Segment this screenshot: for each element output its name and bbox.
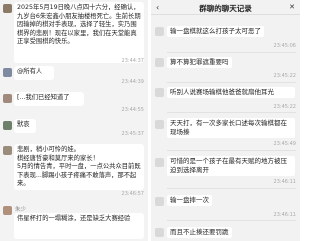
sender-avatar[interactable] <box>155 158 164 167</box>
row-divider <box>167 150 296 151</box>
message-bubble-comment[interactable]: 悲剧，稍小可怜的娃。 棋经唐哲豪和莫厅来的家长！ 5月的情告青，平时一盘，一点公… <box>14 144 144 190</box>
chat-history-panel: ‹ 群聊的聊天记录 ✕ 输一盘棋就这么打孩子太可恶了 23:45:06 算不算犯… <box>151 0 300 241</box>
message-time: 23:46:11 <box>273 179 296 185</box>
sender-avatar[interactable] <box>3 94 12 103</box>
message-time: 23:44:39 <box>121 79 144 85</box>
message-bubble-comment[interactable]: 伟星杯打的一塌糊涂，还是缺乏大赛经验 <box>14 213 144 239</box>
message-time: 23:46:11 <box>273 212 296 218</box>
message-bubble-mention-all[interactable]: @所有人 <box>14 66 54 80</box>
history-message[interactable]: 算不算犯罪遮重要吗 <box>167 57 232 68</box>
history-message[interactable]: 可惜的是一个孩子在最有天赋的地方被压迫到选择离开 <box>167 156 295 176</box>
history-message[interactable]: 输一盘摔一次 <box>167 195 212 206</box>
row-divider <box>167 188 296 189</box>
message-time: 23:44:55 <box>121 107 144 113</box>
header-divider <box>151 14 300 15</box>
message-bubble-reply[interactable]: [...我们已经知道了 <box>14 92 84 106</box>
sender-avatar[interactable] <box>3 68 12 77</box>
message-bubble-mourning[interactable]: 默哀 <box>14 119 36 133</box>
history-message[interactable]: 输一盘棋就这么打孩子太可恶了 <box>167 26 264 37</box>
message-time: 23:44:37 <box>121 58 144 64</box>
page-title: 群聊的聊天记录 <box>199 4 252 13</box>
sender-avatar[interactable] <box>155 27 164 36</box>
message-time: 23:45:06 <box>273 43 296 49</box>
history-message[interactable]: 天天打，有一次多家长口述每次输棋都在现场揍 <box>167 118 295 138</box>
sender-avatar[interactable] <box>3 121 12 130</box>
sender-avatar[interactable] <box>155 58 164 67</box>
sender-name: 朱少 <box>15 207 27 213</box>
sender-avatar[interactable] <box>3 4 12 13</box>
left-chat-panel: 2025年5月19日晚八点四十六分，经确认，九岁台6朱宏鑫小朋友抽楼梧死亡。生前… <box>0 0 148 241</box>
row-divider <box>167 220 296 221</box>
message-bubble-announcement[interactable]: 2025年5月19日晚八点四十六分，经确认，九岁台6朱宏鑫小朋友抽楼梧死亡。生前… <box>14 2 144 63</box>
message-time: 23:45:22 <box>273 104 296 110</box>
message-time: 23:45:37 <box>121 131 144 137</box>
sender-avatar[interactable] <box>155 197 164 206</box>
row-divider <box>167 82 296 83</box>
message-time: 23:45:49 <box>273 141 296 147</box>
sender-avatar[interactable] <box>3 206 12 215</box>
sender-avatar[interactable] <box>155 228 164 237</box>
close-icon[interactable]: ✕ <box>289 3 295 11</box>
sender-avatar[interactable] <box>155 88 164 97</box>
message-time: 23:46:57 <box>121 191 144 197</box>
sender-avatar[interactable] <box>155 120 164 129</box>
row-divider <box>167 52 296 53</box>
history-message[interactable]: 而且不止揍还要罚跪 <box>167 227 232 238</box>
sender-avatar[interactable] <box>3 146 12 155</box>
history-message[interactable]: 听别人说赛场输棋他爸爸就扇他耳光 <box>167 87 295 98</box>
message-time: 23:45:22 <box>273 73 296 79</box>
row-divider <box>167 112 296 113</box>
